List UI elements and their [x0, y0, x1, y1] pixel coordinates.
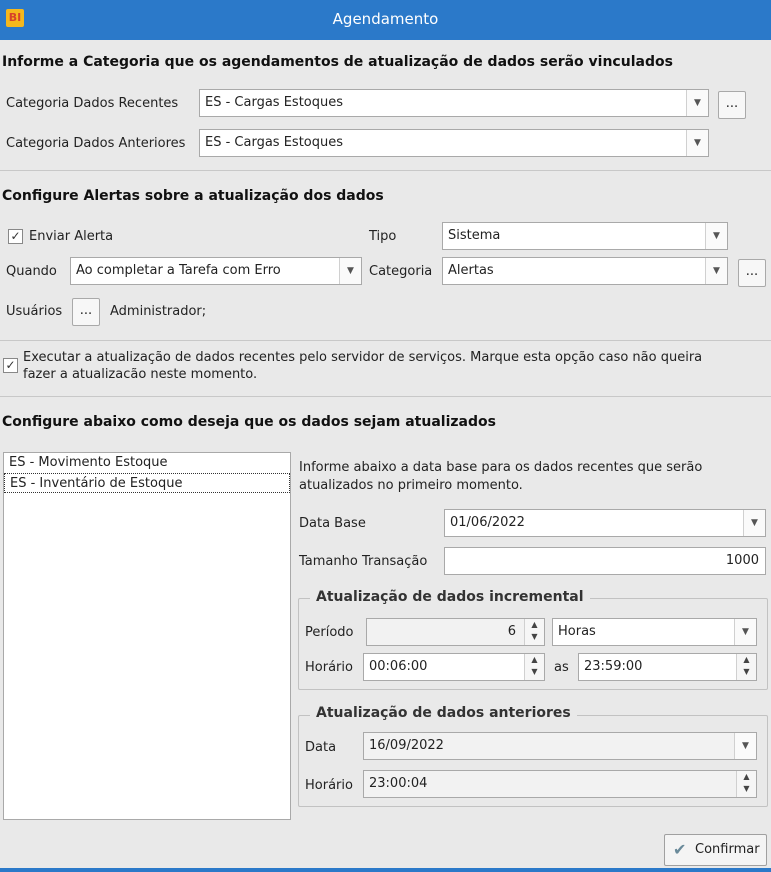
- spin-up-down-icon[interactable]: ▲ ▼: [524, 654, 544, 680]
- title-bar: BI Agendamento: [0, 0, 771, 40]
- periodo-label: Período: [305, 625, 354, 640]
- chevron-down-icon[interactable]: ▼: [686, 130, 708, 156]
- tamanho-label: Tamanho Transação: [299, 554, 428, 569]
- enviar-alerta-label: Enviar Alerta: [29, 229, 114, 244]
- unidade-select[interactable]: Horas ▼: [552, 618, 757, 646]
- divider: [0, 340, 771, 341]
- alerta-categoria-label: Categoria: [369, 264, 433, 279]
- data-base-label: Data Base: [299, 516, 366, 531]
- incremental-title: Atualização de dados incremental: [310, 589, 590, 605]
- chevron-down-icon[interactable]: ▼: [734, 619, 756, 645]
- config-heading: Configure abaixo como deseja que os dado…: [2, 414, 496, 430]
- usuarios-label: Usuários: [6, 304, 63, 319]
- info-line2: atualizados no primeiro momento.: [299, 478, 523, 493]
- alertas-heading: Configure Alertas sobre a atualização do…: [2, 188, 384, 204]
- enviar-alerta-checkbox[interactable]: ✓: [8, 229, 23, 244]
- tamanho-input[interactable]: 1000: [444, 547, 766, 575]
- alerta-categoria-browse-button[interactable]: ...: [738, 259, 766, 287]
- horario-inicio-value: 00:06:00: [369, 659, 428, 674]
- unidade-value: Horas: [558, 624, 596, 639]
- as-label: as: [554, 660, 569, 675]
- categoria-recentes-value: ES - Cargas Estoques: [205, 95, 344, 110]
- quando-label: Quando: [6, 264, 57, 279]
- horario-fim-value: 23:59:00: [584, 659, 643, 674]
- categoria-recentes-select[interactable]: ES - Cargas Estoques ▼: [199, 89, 709, 117]
- servidor-checkbox[interactable]: ✓: [3, 358, 18, 373]
- chevron-down-icon[interactable]: ▼: [743, 510, 765, 536]
- divider: [0, 396, 771, 397]
- tipo-label: Tipo: [369, 229, 397, 244]
- data-anteriores-picker[interactable]: 16/09/2022 ▼: [363, 732, 757, 760]
- periodo-stepper[interactable]: 6 ▲ ▼: [366, 618, 545, 646]
- categoria-anteriores-value: ES - Cargas Estoques: [205, 135, 344, 150]
- alerta-categoria-select[interactable]: Alertas ▼: [442, 257, 728, 285]
- categoria-heading: Informe a Categoria que os agendamentos …: [2, 54, 673, 70]
- spin-up-down-icon[interactable]: ▲ ▼: [524, 619, 544, 645]
- data-base-value: 01/06/2022: [450, 515, 525, 530]
- data-anteriores-value: 16/09/2022: [369, 738, 444, 753]
- periodo-value: 6: [507, 624, 516, 639]
- servidor-text-line1: Executar a atualização de dados recentes…: [23, 350, 703, 365]
- horario-anteriores-input[interactable]: 23:00:04 ▲ ▼: [363, 770, 757, 798]
- confirmar-label: Confirmar: [695, 842, 760, 857]
- tipo-select[interactable]: Sistema ▼: [442, 222, 728, 250]
- categoria-recentes-label: Categoria Dados Recentes: [6, 96, 179, 111]
- alerta-categoria-value: Alertas: [448, 263, 494, 278]
- chevron-down-icon[interactable]: ▼: [705, 223, 727, 249]
- horario-label: Horário: [305, 660, 353, 675]
- servidor-text-line2: fazer a atualizacão neste momento.: [23, 367, 258, 382]
- chevron-down-icon[interactable]: ▼: [734, 733, 756, 759]
- categoria-anteriores-select[interactable]: ES - Cargas Estoques ▼: [199, 129, 709, 157]
- chevron-down-icon[interactable]: ▼: [339, 258, 361, 284]
- data-base-picker[interactable]: 01/06/2022 ▼: [444, 509, 766, 537]
- confirmar-button[interactable]: ✔ Confirmar: [664, 834, 767, 866]
- anteriores-title: Atualização de dados anteriores: [310, 705, 577, 721]
- cargas-list[interactable]: ES - Movimento Estoque ES - Inventário d…: [3, 452, 291, 820]
- quando-value: Ao completar a Tarefa com Erro: [76, 263, 281, 278]
- data-label: Data: [305, 740, 337, 755]
- check-icon: ✔: [673, 840, 687, 859]
- tamanho-value: 1000: [725, 553, 759, 568]
- quando-select[interactable]: Ao completar a Tarefa com Erro ▼: [70, 257, 362, 285]
- horario-fim-input[interactable]: 23:59:00 ▲ ▼: [578, 653, 757, 681]
- list-item[interactable]: ES - Movimento Estoque: [4, 453, 290, 473]
- categoria-browse-button[interactable]: ...: [718, 91, 746, 119]
- horario-anteriores-label: Horário: [305, 778, 353, 793]
- spin-up-down-icon[interactable]: ▲ ▼: [736, 771, 756, 797]
- spin-up-down-icon[interactable]: ▲ ▼: [736, 654, 756, 680]
- info-line1: Informe abaixo a data base para os dados…: [299, 460, 703, 475]
- usuarios-browse-button[interactable]: ...: [72, 298, 100, 326]
- horario-anteriores-value: 23:00:04: [369, 776, 428, 791]
- divider: [0, 170, 771, 171]
- chevron-down-icon[interactable]: ▼: [686, 90, 708, 116]
- window-title: Agendamento: [332, 10, 439, 28]
- horario-inicio-input[interactable]: 00:06:00 ▲ ▼: [363, 653, 545, 681]
- tipo-value: Sistema: [448, 228, 501, 243]
- categoria-anteriores-label: Categoria Dados Anteriores: [6, 136, 186, 151]
- list-item[interactable]: ES - Inventário de Estoque: [4, 473, 290, 493]
- usuarios-value: Administrador;: [110, 304, 207, 319]
- chevron-down-icon[interactable]: ▼: [705, 258, 727, 284]
- window-bottom-border: [0, 868, 771, 872]
